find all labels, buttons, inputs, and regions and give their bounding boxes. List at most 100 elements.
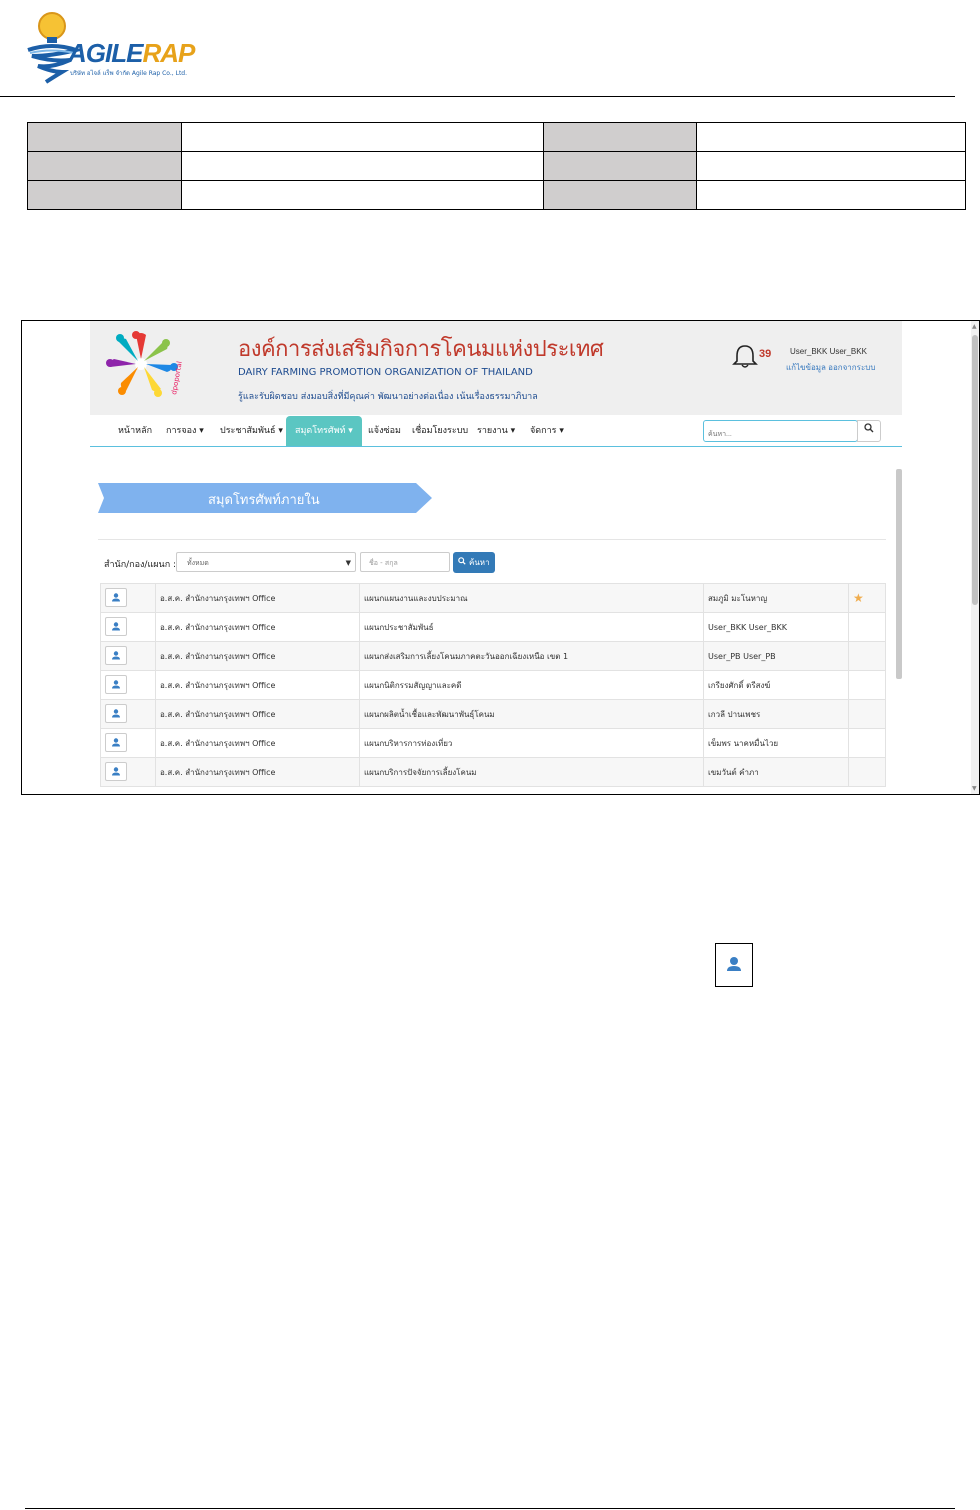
profile-cell	[100, 728, 156, 758]
department-cell: แผนกส่งเสริมการเลี้ยงโคนมภาคตะวันออกเฉีย…	[359, 641, 704, 671]
org-slogan: รู้และรับผิดชอบ ส่งมอบสิ่งที่มีคุณค่า พั…	[238, 392, 538, 402]
meta-row	[27, 151, 966, 181]
filter-label: สำนัก/กอง/แผนก :	[104, 560, 177, 570]
table-row: อ.ส.ค. สำนักงานกรุงเทพฯ Office แผนกส่งเสร…	[100, 641, 886, 671]
meta-value-cell	[181, 122, 544, 152]
department-cell: แผนกบริการปัจจัยการเลี้ยงโคนม	[359, 757, 704, 787]
table-row: อ.ส.ค. สำนักงานกรุงเทพฯ Office แผนกบริการ…	[100, 757, 886, 787]
section-divider	[98, 539, 886, 540]
logo-brand-text: AGILERAP	[68, 38, 195, 68]
name-cell: สมภูมิ มะโนหาญ	[703, 583, 849, 613]
nav-manage[interactable]: จัดการ ▾	[530, 416, 564, 446]
page-title: สมุดโทรศัพท์ภายใน	[208, 493, 320, 508]
meta-row	[27, 180, 966, 210]
department-select[interactable]: ทั้งหมด ▼	[176, 552, 356, 572]
search-button-label: ค้นหา	[468, 558, 490, 567]
embedded-screenshot: dpoportal องค์การส่งเสริมกิจการโคนมแห่งป…	[21, 320, 980, 795]
chevron-down-icon: ▼	[345, 559, 351, 567]
profile-cell	[100, 699, 156, 729]
profile-cell	[100, 641, 156, 671]
table-row: อ.ส.ค. สำนักงานกรุงเทพฯ Office แผนกบริหาร…	[100, 728, 886, 758]
scroll-up-icon[interactable]: ▲	[972, 323, 977, 330]
profile-button[interactable]	[105, 704, 127, 723]
scroll-thumb[interactable]	[972, 335, 978, 605]
scroll-down-icon[interactable]: ▼	[972, 785, 977, 792]
person-icon	[112, 680, 120, 689]
favorite-cell[interactable]	[848, 757, 886, 787]
profile-button[interactable]	[105, 617, 127, 636]
table-row: อ.ส.ค. สำนักงานกรุงเทพฯ Office แผนกนิติกร…	[100, 670, 886, 700]
meta-label-cell	[27, 151, 182, 181]
directory-table: อ.ส.ค. สำนักงานกรุงเทพฯ Office แผนกแผนงาน…	[100, 583, 886, 787]
name-cell: User_PB User_PB	[703, 641, 849, 671]
person-icon	[727, 957, 741, 971]
phonebook-panel: สมุดโทรศัพท์ภายใน สำนัก/กอง/แผนก : ทั้งห…	[90, 469, 902, 794]
profile-cell	[100, 757, 156, 787]
site-search-input[interactable]	[704, 425, 862, 444]
site-search-button[interactable]	[857, 420, 881, 442]
profile-button[interactable]	[105, 762, 127, 781]
panel-scrollbar[interactable]	[896, 469, 902, 679]
office-cell: อ.ส.ค. สำนักงานกรุงเทพฯ Office	[155, 612, 360, 642]
person-icon	[112, 651, 120, 660]
table-row: อ.ส.ค. สำนักงานกรุงเทพฯ Office แผนกผลิตน้…	[100, 699, 886, 729]
name-cell: User_BKK User_BKK	[703, 612, 849, 642]
favorite-cell[interactable]	[848, 641, 886, 671]
name-cell: เขมวันต์ คำภา	[703, 757, 849, 787]
search-icon	[458, 557, 467, 565]
window-scrollbar[interactable]: ▲ ▼	[971, 321, 979, 794]
name-cell: เกวลี ปานเพชร	[703, 699, 849, 729]
name-search-input[interactable]: ชื่อ - สกุล	[360, 552, 450, 572]
nav-booking[interactable]: การจอง ▾	[166, 416, 204, 446]
agile-rap-logo: AGILERAP บริษัท อไจล์ แร็พ จำกัด Agile R…	[22, 6, 195, 86]
department-cell: แผนกนิติกรรมสัญญาและคดี	[359, 670, 704, 700]
office-cell: อ.ส.ค. สำนักงานกรุงเทพฯ Office	[155, 583, 360, 613]
nav-repair[interactable]: แจ้งซ่อม	[368, 416, 401, 446]
person-icon	[112, 622, 120, 631]
office-cell: อ.ส.ค. สำนักงานกรุงเทพฯ Office	[155, 699, 360, 729]
favorite-cell[interactable]	[848, 699, 886, 729]
name-cell: เข็มพร นาคหมื่นไวย	[703, 728, 849, 758]
star-icon[interactable]: ★	[853, 591, 864, 605]
profile-cell	[100, 612, 156, 642]
office-cell: อ.ส.ค. สำนักงานกรุงเทพฯ Office	[155, 728, 360, 758]
person-icon	[112, 709, 120, 718]
meta-label-cell	[543, 180, 697, 210]
bell-icon[interactable]	[732, 343, 758, 369]
meta-label-cell	[543, 151, 697, 181]
department-cell: แผนกประชาสัมพันธ์	[359, 612, 704, 642]
favorite-cell[interactable]: ★	[848, 583, 886, 613]
meta-label-cell	[27, 180, 182, 210]
profile-button[interactable]	[105, 675, 127, 694]
office-cell: อ.ส.ค. สำนักงานกรุงเทพฯ Office	[155, 670, 360, 700]
nav-report[interactable]: รายงาน ▾	[477, 416, 515, 446]
favorite-cell[interactable]	[848, 728, 886, 758]
search-button[interactable]: ค้นหา	[453, 552, 495, 573]
meta-label-cell	[543, 122, 697, 152]
profile-cell	[100, 583, 156, 613]
office-cell: อ.ส.ค. สำนักงานกรุงเทพฯ Office	[155, 757, 360, 787]
user-name: User_BKK User_BKK	[790, 347, 867, 356]
nav-home[interactable]: หน้าหลัก	[118, 416, 152, 446]
nav-pr[interactable]: ประชาสัมพันธ์ ▾	[220, 416, 283, 446]
main-nav: หน้าหลัก การจอง ▾ ประชาสัมพันธ์ ▾ สมุดโท…	[90, 416, 902, 447]
table-row: อ.ส.ค. สำนักงานกรุงเทพฯ Office แผนกแผนงาน…	[100, 583, 886, 613]
meta-value-cell	[696, 122, 966, 152]
favorite-cell[interactable]	[848, 670, 886, 700]
meta-label-cell	[27, 122, 182, 152]
person-icon	[112, 738, 120, 747]
favorite-cell[interactable]	[848, 612, 886, 642]
nav-system-links[interactable]: เชื่อมโยงระบบ	[412, 416, 468, 446]
notification-count[interactable]: 39	[759, 348, 771, 360]
profile-button[interactable]	[105, 646, 127, 665]
meta-value-cell	[181, 151, 544, 181]
profile-button[interactable]	[105, 588, 127, 607]
nav-phonebook[interactable]: สมุดโทรศัพท์ ▾	[286, 416, 362, 446]
profile-button[interactable]	[105, 733, 127, 752]
department-cell: แผนกบริหารการท่องเที่ยว	[359, 728, 704, 758]
user-account-links[interactable]: แก้ไขข้อมูล ออกจากระบบ	[786, 361, 875, 374]
person-icon	[112, 767, 120, 776]
footer-rule	[25, 1508, 955, 1509]
profile-cell	[100, 670, 156, 700]
meta-value-cell	[181, 180, 544, 210]
